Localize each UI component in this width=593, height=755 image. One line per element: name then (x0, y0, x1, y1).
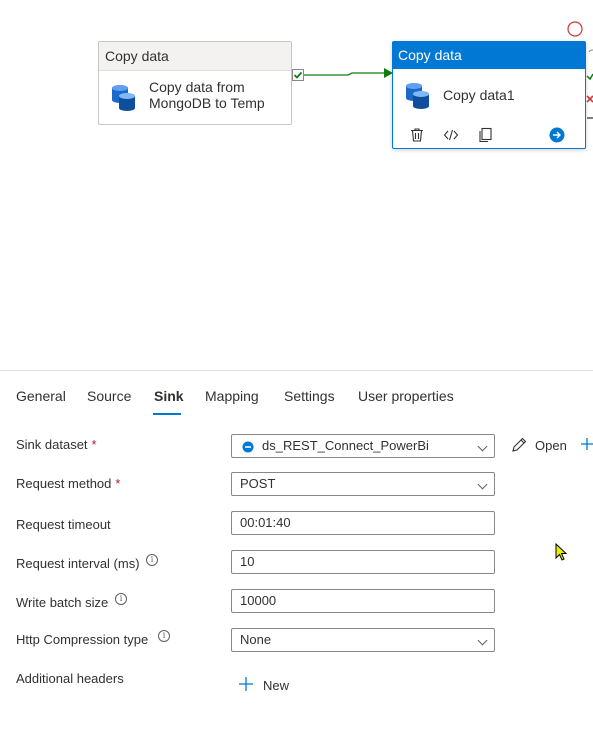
pipeline-canvas[interactable]: Copy data Copy data from MongoDB to Temp… (0, 0, 593, 370)
request-method-label: Request method * (16, 476, 120, 491)
request-timeout-label: Request timeout (16, 517, 111, 532)
edit-pencil-icon[interactable] (510, 436, 528, 454)
panel-divider (0, 370, 593, 371)
copy-data-icon (406, 83, 429, 109)
info-icon[interactable]: i (115, 593, 127, 605)
request-method-select[interactable]: POST (231, 472, 495, 496)
request-method-value: POST (240, 476, 276, 491)
tab-general[interactable]: General (16, 388, 66, 404)
http-compression-label: Http Compression type (16, 632, 149, 647)
plus-icon (239, 677, 253, 691)
required-marker: * (91, 437, 97, 452)
check-icon (293, 71, 303, 79)
request-method-label-text: Request method (16, 476, 112, 491)
activity-header: Copy data (393, 42, 585, 69)
sink-dataset-label-text: Sink dataset (16, 437, 88, 452)
delete-icon[interactable] (409, 127, 425, 143)
copy-data-icon (112, 85, 135, 111)
request-interval-label: Request interval (ms) (16, 556, 140, 571)
code-icon[interactable] (443, 127, 459, 143)
request-timeout-input[interactable]: 00:01:40 (231, 511, 495, 535)
chevron-down-icon (477, 635, 488, 646)
activity-header: Copy data (99, 42, 291, 71)
go-to-details-icon[interactable] (549, 127, 565, 143)
dataset-icon (242, 441, 254, 453)
tab-mapping[interactable]: Mapping (205, 388, 259, 404)
sink-dataset-value: ds_REST_Connect_PowerBi (262, 438, 429, 453)
required-marker: * (115, 476, 121, 491)
new-dataset-plus-icon[interactable] (580, 436, 593, 452)
activity-name: Copy data1 (443, 87, 515, 103)
info-icon[interactable]: i (146, 554, 158, 566)
activity-copy-data1[interactable]: Copy data Copy data1 (392, 41, 586, 149)
activity-copy-data-mongodb[interactable]: Copy data Copy data from MongoDB to Temp (98, 41, 292, 125)
clone-icon[interactable] (477, 127, 493, 143)
http-compression-select[interactable]: None (231, 628, 495, 652)
http-compression-value: None (240, 632, 272, 647)
chevron-down-icon (477, 479, 488, 490)
activity-output-ports[interactable] (585, 48, 593, 120)
tab-settings[interactable]: Settings (284, 388, 335, 404)
tab-user-properties[interactable]: User properties (358, 388, 454, 404)
info-icon[interactable]: i (158, 630, 170, 642)
active-tab-indicator (153, 413, 181, 415)
sink-dataset-label: Sink dataset * (16, 437, 97, 452)
activity-description-line2: MongoDB to Temp (149, 95, 265, 111)
request-interval-input[interactable]: 10 (231, 550, 495, 574)
selection-handle-icon[interactable] (566, 20, 584, 38)
tab-source[interactable]: Source (87, 388, 131, 404)
write-batch-size-input[interactable]: 10000 (231, 589, 495, 613)
open-dataset-button[interactable]: Open (535, 438, 567, 453)
chevron-down-icon (477, 441, 488, 452)
success-output-port[interactable] (292, 69, 304, 81)
write-batch-size-label: Write batch size (16, 595, 109, 610)
activity-description-line1: Copy data from (149, 79, 245, 95)
tab-sink[interactable]: Sink (154, 388, 184, 404)
mouse-cursor-icon (555, 543, 568, 561)
add-new-header-label: New (263, 678, 290, 693)
additional-headers-label: Additional headers (16, 671, 124, 686)
dependency-connector-arrow[interactable] (304, 66, 394, 82)
sink-dataset-select[interactable]: ds_REST_Connect_PowerBi (231, 434, 495, 458)
